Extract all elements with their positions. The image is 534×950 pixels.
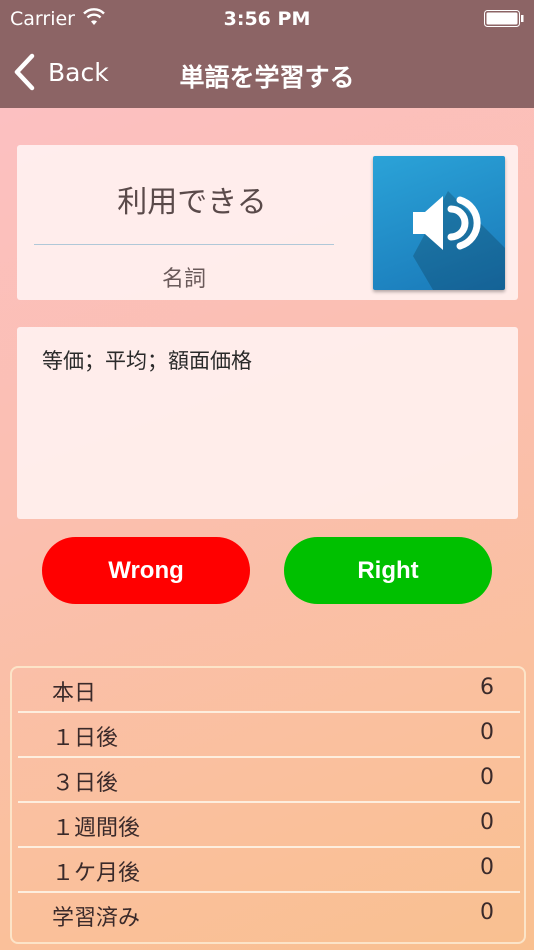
clock: 3:56 PM — [223, 8, 311, 30]
word-meaning: 等価；平均；額面価格 — [42, 349, 252, 373]
play-audio-button[interactable] — [373, 156, 505, 290]
meaning-card: 等価；平均；額面価格 — [17, 327, 518, 519]
vocabulary-word: 利用できる — [117, 185, 267, 220]
stat-label: 本日 — [52, 681, 97, 706]
wrong-button[interactable]: Wrong — [42, 537, 250, 604]
word-card: 利用できる 名詞 — [17, 145, 518, 300]
status-bar: Carrier 3:56 PM — [0, 0, 534, 38]
stat-row-today: 本日 6 — [18, 668, 520, 713]
word-divider — [34, 244, 334, 245]
part-of-speech: 名詞 — [161, 267, 206, 292]
stat-row-1-month: １ケ月後 0 — [18, 848, 520, 893]
page-title: 単語を学習する — [179, 63, 355, 92]
stat-label: １日後 — [52, 726, 119, 751]
stat-row-1-day: １日後 0 — [18, 713, 520, 758]
stat-label: １週間後 — [52, 816, 141, 841]
stat-label: １ケ月後 — [52, 861, 141, 886]
stat-value: 6 — [480, 675, 494, 700]
stat-value: 0 — [480, 720, 494, 745]
stat-label: ３日後 — [52, 771, 119, 796]
stat-row-1-week: １週間後 0 — [18, 803, 520, 848]
stat-value: 0 — [480, 855, 494, 880]
stat-value: 0 — [480, 765, 494, 790]
stat-label: 学習済み — [52, 906, 141, 931]
speaker-icon — [413, 191, 505, 290]
stat-value: 0 — [480, 900, 494, 925]
battery-icon — [484, 10, 524, 27]
right-button[interactable]: Right — [284, 537, 492, 604]
stat-value: 0 — [480, 810, 494, 835]
stat-row-learned: 学習済み 0 — [18, 893, 520, 938]
navigation-bar: Back 単語を学習する — [0, 38, 534, 108]
stats-table: 本日 6 １日後 0 ３日後 0 １週間後 0 １ケ月後 0 学習済み 0 — [10, 666, 526, 944]
stat-row-3-days: ３日後 0 — [18, 758, 520, 803]
